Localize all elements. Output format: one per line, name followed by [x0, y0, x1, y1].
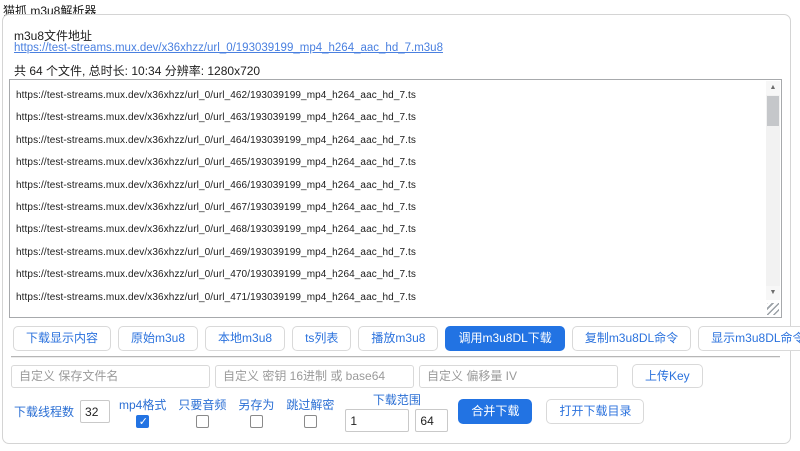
scroll-up-icon[interactable]: ▲ [766, 81, 780, 95]
save-as-label: 另存为 [238, 397, 275, 412]
play-m3u8-button[interactable]: 播放m3u8 [358, 326, 439, 351]
ts-url-line: https://test-streams.mux.dev/x36xhzz/url… [16, 269, 417, 281]
ts-url-line: https://test-streams.mux.dev/x36xhzz/url… [16, 291, 417, 303]
download-shown-content-button[interactable]: 下载显示内容 [13, 326, 112, 351]
copy-m3u8dl-command-button[interactable]: 复制m3u8DL命令 [571, 326, 692, 351]
option-skip-decrypt: 跳过解密 [283, 396, 337, 428]
original-m3u8-button[interactable]: 原始m3u8 [118, 326, 199, 351]
custom-inputs-row: 上传Key [11, 364, 703, 388]
ts-url-line: https://test-streams.mux.dev/x36xhzz/url… [16, 90, 417, 101]
option-save-as: 另存为 [235, 396, 277, 428]
merge-download-button[interactable]: 合并下载 [458, 399, 533, 424]
save-filename-input[interactable] [11, 364, 210, 388]
download-range-label: 下载范围 [372, 393, 421, 407]
main-panel: m3u8文件地址 https://test-streams.mux.dev/x3… [2, 14, 800, 444]
threads-label: 下载线程数 [14, 405, 75, 419]
threads-input[interactable] [80, 400, 111, 423]
download-range-inputs [345, 409, 449, 432]
audio-only-checkbox[interactable] [195, 414, 209, 428]
open-download-dir-button[interactable]: 打开下载目录 [546, 399, 645, 424]
ts-url-line: https://test-streams.mux.dev/x36xhzz/url… [16, 157, 417, 169]
option-mp4-format: mp4格式 [116, 396, 169, 428]
download-range-group: 下载范围 [345, 391, 449, 432]
option-audio-only: 只要音频 [175, 396, 229, 428]
download-options-row: 下载线程数 mp4格式 只要音频 另存为 跳过解密 下载范围 合并下载 打开下载… [14, 391, 645, 432]
ts-url-textarea[interactable]: https://test-streams.mux.dev/x36xhzz/url… [9, 79, 782, 318]
show-m3u8dl-command-button[interactable]: 显示m3u8DL命令 [698, 326, 800, 351]
mp4-format-checkbox[interactable] [136, 414, 150, 428]
scroll-down-icon[interactable]: ▼ [766, 286, 780, 300]
vertical-scrollbar[interactable]: ▲ ▼ [766, 81, 780, 300]
ts-url-line: https://test-streams.mux.dev/x36xhzz/url… [16, 112, 417, 124]
mp4-format-label: mp4格式 [119, 397, 167, 412]
file-stats-text: 共 64 个文件, 总时长: 10:34 分辨率: 1280x720 [14, 64, 261, 78]
ts-url-line: https://test-streams.mux.dev/x36xhzz/url… [16, 224, 417, 236]
m3u8-url-link[interactable]: https://test-streams.mux.dev/x36xhzz/url… [14, 42, 443, 54]
audio-only-label: 只要音频 [178, 397, 227, 412]
toolbar: 下载显示内容 原始m3u8 本地m3u8 ts列表 播放m3u8 调用m3u8D… [13, 326, 800, 351]
ts-url-list: https://test-streams.mux.dev/x36xhzz/url… [16, 85, 761, 309]
skip-decrypt-checkbox[interactable] [303, 414, 317, 428]
ts-list-button[interactable]: ts列表 [292, 326, 352, 351]
custom-key-input[interactable] [215, 364, 414, 388]
invoke-m3u8dl-download-button[interactable]: 调用m3u8DL下载 [445, 326, 565, 351]
ts-url-line: https://test-streams.mux.dev/x36xhzz/url… [16, 179, 417, 191]
textarea-resize-grip-icon[interactable] [767, 303, 779, 315]
ts-url-line: https://test-streams.mux.dev/x36xhzz/url… [16, 134, 417, 146]
range-start-input[interactable] [345, 409, 410, 432]
local-m3u8-button[interactable]: 本地m3u8 [205, 326, 286, 351]
divider [11, 356, 780, 358]
ts-url-line: https://test-streams.mux.dev/x36xhzz/url… [16, 246, 417, 258]
save-as-checkbox[interactable] [249, 414, 263, 428]
custom-iv-input[interactable] [419, 364, 618, 388]
scrollbar-thumb[interactable] [767, 96, 779, 126]
ts-url-line: https://test-streams.mux.dev/x36xhzz/url… [16, 202, 417, 214]
upload-key-button[interactable]: 上传Key [632, 364, 703, 388]
skip-decrypt-label: 跳过解密 [286, 397, 335, 412]
range-end-input[interactable] [415, 409, 449, 432]
